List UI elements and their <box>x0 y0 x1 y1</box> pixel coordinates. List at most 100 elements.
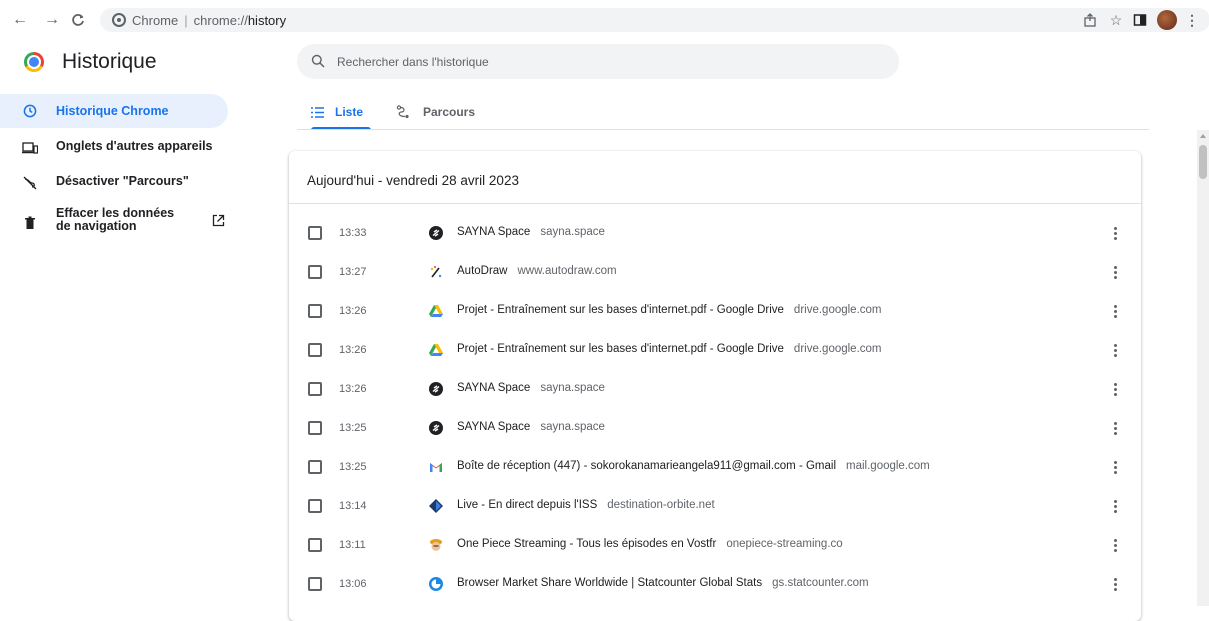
search-input[interactable] <box>337 44 877 79</box>
entry-checkbox[interactable] <box>308 382 322 396</box>
entry-title: One Piece Streaming - Tous les épisodes … <box>457 538 717 550</box>
entry-time: 13:33 <box>339 227 367 239</box>
star-icon: ☆ <box>1109 11 1123 28</box>
entry-domain: sayna.space <box>540 382 605 394</box>
history-entry[interactable]: 13:25 SAYNA Space sayna.space <box>289 408 1141 447</box>
entry-more-button[interactable] <box>1109 340 1121 360</box>
history-search-box[interactable] <box>297 44 899 79</box>
google-drive-icon <box>429 304 443 318</box>
entry-time: 13:26 <box>339 305 367 317</box>
entry-title-link[interactable]: SAYNA Space sayna.space <box>457 421 605 433</box>
page-title: Historique <box>62 50 157 73</box>
arrow-right-icon: → <box>44 11 60 28</box>
entry-more-button[interactable] <box>1109 379 1121 399</box>
entry-time: 13:14 <box>339 500 367 512</box>
day-header: Aujourd'hui - vendredi 28 avril 2023 <box>289 151 1141 204</box>
share-button[interactable] <box>1080 8 1100 32</box>
entry-title-link[interactable]: Browser Market Share Worldwide | Statcou… <box>457 577 869 589</box>
entry-more-button[interactable] <box>1109 262 1121 282</box>
bookmark-star-button[interactable]: ☆ <box>1106 8 1126 32</box>
history-entry[interactable]: 13:11 One Piece Streaming - Tous les épi… <box>289 525 1141 564</box>
sidebar-item-clear-browsing-data[interactable]: Effacer les données de navigation <box>0 203 228 243</box>
entry-checkbox[interactable] <box>308 304 322 318</box>
share-icon <box>1084 13 1096 27</box>
chrome-logo-icon <box>24 52 44 72</box>
back-button[interactable]: ← <box>8 8 32 32</box>
entry-time: 13:25 <box>339 461 367 473</box>
orbite-icon <box>429 499 443 513</box>
entry-title-link[interactable]: Projet - Entraînement sur les bases d'in… <box>457 304 882 316</box>
entry-title: SAYNA Space <box>457 226 531 238</box>
tab-label: Liste <box>335 105 364 119</box>
arrow-left-icon: ← <box>12 11 28 28</box>
history-entry[interactable]: 13:26 Projet - Entraînement sur les base… <box>289 291 1141 330</box>
journeys-icon <box>396 105 410 122</box>
tab-label: Parcours <box>423 105 476 119</box>
day-header-label: Aujourd'hui - vendredi 28 avril 2023 <box>307 173 519 188</box>
sayna-icon <box>429 226 443 240</box>
history-entry[interactable]: 13:25 Boîte de réception (447) - sokorok… <box>289 447 1141 486</box>
forward-button[interactable]: → <box>40 8 64 32</box>
tab-list[interactable]: Liste <box>311 96 371 130</box>
entry-title-link[interactable]: AutoDraw www.autodraw.com <box>457 265 617 277</box>
profile-avatar[interactable] <box>1156 8 1178 32</box>
entry-domain: mail.google.com <box>846 460 930 472</box>
entry-more-button[interactable] <box>1109 223 1121 243</box>
entry-checkbox[interactable] <box>308 460 322 474</box>
history-entry[interactable]: 13:26 SAYNA Space sayna.space <box>289 369 1141 408</box>
entry-title-link[interactable]: Projet - Entraînement sur les bases d'in… <box>457 343 882 355</box>
sidebar-item-label: Historique Chrome <box>56 103 169 118</box>
entry-more-button[interactable] <box>1109 301 1121 321</box>
tab-journeys[interactable]: Parcours <box>396 96 486 130</box>
entry-checkbox[interactable] <box>308 265 322 279</box>
entry-title-link[interactable]: Boîte de réception (447) - sokorokanamar… <box>457 460 930 472</box>
sidebar-item-disable-journeys[interactable]: Désactiver "Parcours" <box>0 166 228 200</box>
entry-title: Projet - Entraînement sur les bases d'in… <box>457 304 784 316</box>
more-vert-icon <box>1113 382 1117 386</box>
more-vert-icon <box>1113 538 1117 542</box>
entry-checkbox[interactable] <box>308 499 322 513</box>
history-entry[interactable]: 13:33 SAYNA Space sayna.space <box>289 213 1141 252</box>
page-scrollbar[interactable] <box>1197 130 1209 606</box>
scrollbar-thumb[interactable] <box>1199 145 1207 179</box>
history-entry[interactable]: 13:26 Projet - Entraînement sur les base… <box>289 330 1141 369</box>
entry-title-link[interactable]: Live - En direct depuis l'ISS destination… <box>457 499 715 511</box>
reload-icon <box>72 14 84 26</box>
scroll-up-arrow-icon[interactable] <box>1200 134 1206 138</box>
sidebar-item-other-devices[interactable]: Onglets d'autres appareils <box>0 131 228 165</box>
entry-time: 13:27 <box>339 266 367 278</box>
history-entry[interactable]: 13:06 Browser Market Share Worldwide | S… <box>289 564 1141 603</box>
chrome-menu-button[interactable]: ⋮ <box>1184 8 1200 32</box>
entry-checkbox[interactable] <box>308 577 322 591</box>
entry-more-button[interactable] <box>1109 457 1121 477</box>
address-bar[interactable]: Chrome | chrome:// history <box>100 8 1209 32</box>
entry-title-link[interactable]: SAYNA Space sayna.space <box>457 382 605 394</box>
more-vert-icon: ⋮ <box>1185 11 1199 28</box>
side-panel-button[interactable] <box>1130 8 1150 32</box>
more-vert-icon <box>1113 343 1117 347</box>
entry-more-button[interactable] <box>1109 418 1121 438</box>
entry-checkbox[interactable] <box>308 343 322 357</box>
entry-time: 13:26 <box>339 383 367 395</box>
entry-domain: gs.statcounter.com <box>772 577 869 589</box>
entry-domain: destination-orbite.net <box>607 499 715 511</box>
entry-checkbox[interactable] <box>308 421 322 435</box>
entry-more-button[interactable] <box>1109 496 1121 516</box>
history-entry[interactable]: 13:27 AutoDraw www.autodraw.com <box>289 252 1141 291</box>
reload-button[interactable] <box>66 8 90 32</box>
sidebar-item-label: Désactiver "Parcours" <box>56 174 189 188</box>
more-vert-icon <box>1113 460 1117 464</box>
more-vert-icon <box>1113 265 1117 269</box>
entry-title-link[interactable]: SAYNA Space sayna.space <box>457 226 605 238</box>
history-entry[interactable]: 13:14 Live - En direct depuis l'ISS desti… <box>289 486 1141 525</box>
entry-more-button[interactable] <box>1109 535 1121 555</box>
entry-more-button[interactable] <box>1109 574 1121 594</box>
entry-checkbox[interactable] <box>308 226 322 240</box>
entry-domain: www.autodraw.com <box>517 265 617 277</box>
sidebar-item-chrome-history[interactable]: Historique Chrome <box>0 94 228 128</box>
entry-title-link[interactable]: One Piece Streaming - Tous les épisodes … <box>457 538 843 550</box>
avatar-icon <box>1157 10 1177 30</box>
history-card: Aujourd'hui - vendredi 28 avril 2023 13:… <box>289 151 1141 621</box>
entry-domain: onepiece-streaming.co <box>726 538 843 550</box>
entry-checkbox[interactable] <box>308 538 322 552</box>
